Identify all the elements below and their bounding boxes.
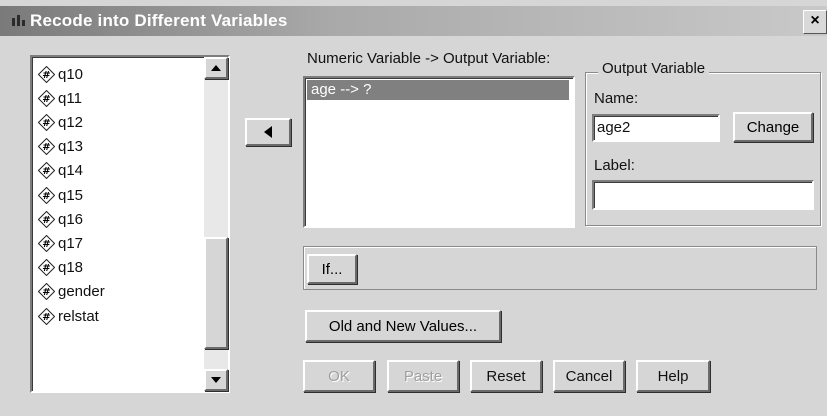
variable-item-q11[interactable]: # q11 <box>38 87 82 109</box>
variable-item-q13[interactable]: # q13 <box>38 136 83 158</box>
svg-text:#: # <box>42 312 50 323</box>
numeric-variable-label: Numeric Variable -> Output Variable: <box>307 50 551 67</box>
app-icon <box>10 12 28 30</box>
scroll-thumb[interactable] <box>204 237 228 349</box>
numeric-variable-icon: # <box>38 283 55 301</box>
variable-item-q18[interactable]: # q18 <box>38 257 83 279</box>
numeric-variable-icon: # <box>38 234 55 252</box>
scroll-up-button[interactable] <box>204 57 228 79</box>
cancel-button[interactable]: Cancel <box>553 360 625 392</box>
numeric-variable-icon: # <box>38 138 55 156</box>
variable-item-gender[interactable]: # gender <box>38 281 105 303</box>
variable-item-q16[interactable]: # q16 <box>38 208 83 230</box>
numeric-variable-list[interactable]: age --> ? <box>303 76 575 228</box>
variable-item-q14[interactable]: # q14 <box>38 160 83 182</box>
variable-label: q13 <box>58 138 84 156</box>
scrollbar[interactable] <box>204 57 228 391</box>
close-button[interactable]: × <box>803 10 827 34</box>
variable-label: gender <box>58 283 105 301</box>
variable-item-q15[interactable]: # q15 <box>38 184 83 206</box>
svg-text:#: # <box>42 239 50 250</box>
old-and-new-values-button[interactable]: Old and New Values... <box>305 310 501 342</box>
numeric-variable-icon: # <box>38 89 55 107</box>
reset-button[interactable]: Reset <box>470 360 542 392</box>
svg-text:#: # <box>42 70 50 81</box>
name-field[interactable]: age2 <box>592 114 720 142</box>
label-label: Label: <box>594 157 635 174</box>
variable-label: q10 <box>58 65 84 83</box>
recode-dialog: Recode into Different Variables × # q10 # q… <box>0 0 827 416</box>
title-bar: Recode into Different Variables × <box>0 6 827 36</box>
svg-text:#: # <box>42 263 50 274</box>
variable-label: q12 <box>58 113 84 131</box>
numeric-variable-icon: # <box>38 113 55 131</box>
svg-text:#: # <box>42 94 50 105</box>
numeric-variable-icon: # <box>38 307 55 325</box>
svg-text:#: # <box>42 118 50 129</box>
variable-label: q16 <box>58 210 84 228</box>
variable-label: q11 <box>58 89 82 107</box>
arrow-up-icon <box>211 65 221 71</box>
numeric-variable-icon: # <box>38 210 55 228</box>
variable-item-q17[interactable]: # q17 <box>38 232 83 254</box>
svg-text:#: # <box>42 142 50 153</box>
variable-label: q18 <box>58 259 84 277</box>
if-button[interactable]: If... <box>307 254 357 284</box>
variable-label: q14 <box>58 162 84 180</box>
svg-text:#: # <box>42 215 50 226</box>
variable-label: q17 <box>58 234 84 252</box>
ok-button[interactable]: OK <box>303 360 375 392</box>
change-button[interactable]: Change <box>733 112 813 142</box>
numeric-variable-icon: # <box>38 186 55 204</box>
numeric-variable-icon: # <box>38 162 55 180</box>
variable-item-q12[interactable]: # q12 <box>38 111 83 133</box>
svg-text:#: # <box>42 287 50 298</box>
list-item[interactable]: age --> ? <box>307 80 569 100</box>
if-panel <box>303 246 817 290</box>
variable-item-q10[interactable]: # q10 <box>38 63 83 85</box>
name-label: Name: <box>594 90 639 107</box>
variable-label: relstat <box>58 307 99 325</box>
output-variable-title: Output Variable <box>598 60 710 77</box>
paste-button[interactable]: Paste <box>387 360 459 392</box>
numeric-variable-icon: # <box>38 65 55 83</box>
scroll-down-button[interactable] <box>204 369 228 391</box>
window-title: Recode into Different Variables <box>30 11 288 30</box>
move-variable-button[interactable] <box>245 118 291 146</box>
arrow-down-icon <box>211 377 221 383</box>
numeric-variable-icon: # <box>38 259 55 277</box>
svg-text:#: # <box>42 191 50 202</box>
help-button[interactable]: Help <box>636 360 710 392</box>
svg-text:#: # <box>42 166 50 177</box>
arrow-left-icon <box>264 126 272 138</box>
variable-item-relstat[interactable]: # relstat <box>38 305 99 327</box>
variable-label: q15 <box>58 186 84 204</box>
label-field[interactable] <box>592 180 814 210</box>
variable-list[interactable]: # q10 # q11 # q12 # q13 # q14 # q15 # q16 # q17 # q18 # gen… <box>30 55 230 393</box>
